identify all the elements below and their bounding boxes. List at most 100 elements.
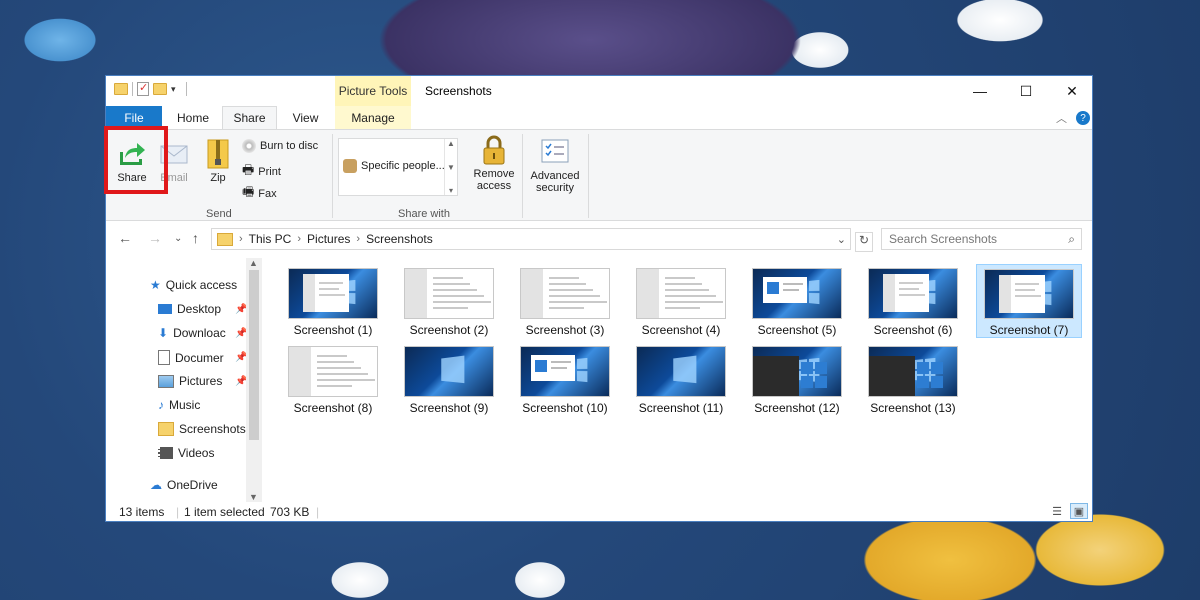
file-item[interactable]: Screenshot (9) [396, 342, 502, 416]
remove-access-label-2: access [477, 180, 511, 192]
file-name: Screenshot (8) [294, 401, 373, 415]
gallery-up-icon[interactable]: ▲ [447, 139, 455, 148]
sidebar-item-music[interactable]: ♪ Music [158, 398, 200, 412]
up-icon[interactable]: ↑ [192, 230, 199, 246]
scrollbar-thumb[interactable] [249, 270, 259, 440]
specific-people-item[interactable]: Specific people... [343, 159, 445, 173]
file-item[interactable]: Screenshot (11) [628, 342, 734, 416]
advanced-security-button[interactable]: Advanced security [530, 136, 580, 194]
desktop-icon [158, 304, 172, 314]
file-item[interactable]: Screenshot (1) [280, 264, 386, 338]
sidebar-item-pictures[interactable]: Pictures 📌 [158, 374, 222, 388]
properties-icon[interactable] [137, 82, 149, 96]
minimize-button[interactable]: — [957, 76, 1003, 106]
email-button[interactable]: Email [158, 138, 190, 184]
fax-button[interactable]: 🖷 Fax [242, 183, 277, 205]
zip-icon [202, 138, 234, 170]
tab-view[interactable]: View [278, 106, 333, 129]
print-button[interactable]: 🖶 Print [242, 161, 281, 183]
chevron-right-icon[interactable]: › [356, 233, 360, 245]
advanced-security-icon [539, 136, 571, 168]
tab-home[interactable]: Home [164, 106, 222, 129]
email-label: Email [160, 172, 188, 184]
zip-button[interactable]: Zip [202, 138, 234, 184]
file-item[interactable]: Screenshot (12) [744, 342, 850, 416]
recent-locations-icon[interactable]: ⌄ [174, 233, 182, 244]
close-button[interactable]: ✕ [1049, 76, 1095, 106]
file-thumbnail [752, 268, 842, 319]
videos-icon [158, 447, 173, 459]
file-item[interactable]: Screenshot (7) [976, 264, 1082, 338]
refresh-icon[interactable]: ↻ [855, 232, 873, 252]
breadcrumb-screenshots[interactable]: Screenshots [366, 232, 433, 246]
sidebar-item-screenshots[interactable]: Screenshots [158, 422, 246, 436]
file-name: Screenshot (10) [522, 401, 607, 415]
people-icon [343, 159, 357, 173]
sidebar-item-videos[interactable]: Videos [158, 446, 214, 460]
back-icon[interactable]: ← [118, 230, 132, 246]
gallery-down-icon[interactable]: ▼ [447, 163, 455, 172]
file-item[interactable]: Screenshot (13) [860, 342, 966, 416]
file-name: Screenshot (12) [754, 401, 839, 415]
navigation-pane: ★ Quick access Desktop 📌 ⬇ Downloac 📌 Do… [106, 258, 264, 502]
file-item[interactable]: Screenshot (10) [512, 342, 618, 416]
cloud-icon: ☁ [150, 478, 162, 492]
separator [186, 82, 187, 96]
file-thumbnail [520, 346, 610, 397]
selection-size: 703 KB [270, 505, 309, 519]
address-dropdown-icon[interactable]: ⌄ [837, 233, 846, 246]
help-icon[interactable]: ? [1076, 111, 1090, 125]
gallery-more-icon[interactable]: ▾ [449, 186, 453, 195]
details-view-icon[interactable]: ☰ [1048, 503, 1066, 519]
burn-to-disc-button[interactable]: Burn to disc [242, 139, 318, 153]
file-item[interactable]: Screenshot (8) [280, 342, 386, 416]
selection-status: 1 item selected [184, 505, 265, 519]
window-title: Screenshots [425, 84, 492, 98]
file-thumbnail [636, 346, 726, 397]
file-item[interactable]: Screenshot (3) [512, 264, 618, 338]
file-item[interactable]: Screenshot (5) [744, 264, 850, 338]
scroll-up-icon[interactable]: ▲ [249, 258, 258, 268]
send-group-label: Send [206, 208, 232, 220]
nav-scrollbar[interactable]: ▲ ▼ [246, 258, 262, 502]
tab-file[interactable]: File [106, 106, 162, 129]
chevron-right-icon[interactable]: › [239, 233, 243, 245]
forward-icon[interactable]: → [148, 230, 162, 246]
scroll-down-icon[interactable]: ▼ [249, 492, 258, 502]
search-icon: ⌕ [1068, 232, 1075, 247]
remove-access-button[interactable]: Remove access [472, 134, 516, 192]
maximize-button[interactable]: ☐ [1003, 76, 1049, 106]
disc-icon [242, 139, 256, 153]
sidebar-item-documents[interactable]: Documer 📌 [158, 350, 224, 365]
tab-manage[interactable]: Manage [335, 106, 411, 129]
sidebar-item-downloads[interactable]: ⬇ Downloac 📌 [158, 326, 226, 340]
gallery-scroll[interactable]: ▲ ▼ ▾ [444, 139, 457, 195]
file-item[interactable]: Screenshot (6) [860, 264, 966, 338]
folder-icon [114, 83, 128, 95]
file-item[interactable]: Screenshot (2) [396, 264, 502, 338]
sidebar-item-label: Desktop [177, 302, 221, 316]
customize-toolbar-icon[interactable]: ▾ [171, 84, 176, 95]
share-with-gallery[interactable]: Specific people... ▲ ▼ ▾ [338, 138, 458, 196]
print-label: Print [258, 166, 281, 178]
lock-icon [478, 134, 510, 166]
sidebar-item-quick-access[interactable]: ★ Quick access [150, 278, 237, 292]
large-icons-view-icon[interactable]: ▣ [1070, 503, 1088, 519]
sidebar-item-onedrive[interactable]: ☁ OneDrive [150, 478, 218, 492]
breadcrumb-pictures[interactable]: Pictures [307, 232, 350, 246]
address-box[interactable]: › This PC › Pictures › Screenshots ⌄ [211, 228, 851, 250]
new-folder-icon[interactable] [153, 83, 167, 95]
file-thumbnail [752, 346, 842, 397]
file-item[interactable]: Screenshot (4) [628, 264, 734, 338]
tab-share[interactable]: Share [222, 106, 277, 129]
sidebar-item-desktop[interactable]: Desktop 📌 [158, 302, 221, 316]
folder-icon [217, 233, 233, 246]
file-name: Screenshot (13) [870, 401, 955, 415]
collapse-ribbon-icon[interactable]: ︿ [1056, 110, 1067, 126]
pictures-icon [158, 375, 174, 388]
chevron-right-icon[interactable]: › [297, 233, 301, 245]
status-divider: | [176, 505, 179, 519]
share-button[interactable]: Share [116, 138, 148, 184]
search-input[interactable]: Search Screenshots ⌕ [881, 228, 1082, 250]
breadcrumb-this-pc[interactable]: This PC [249, 232, 292, 246]
